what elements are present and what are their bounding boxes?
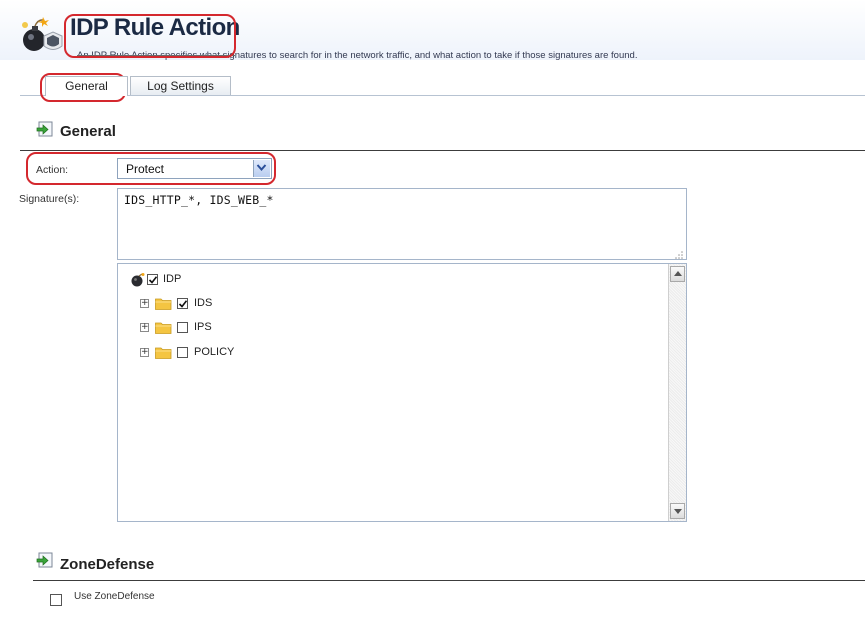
tree-label-idp: IDP [163, 273, 182, 285]
tree-label-ids: IDS [194, 297, 213, 309]
folder-icon [155, 321, 172, 334]
tab-log-settings[interactable]: Log Settings [130, 76, 231, 96]
tab-general[interactable]: General [45, 76, 128, 96]
tab-divider [20, 95, 865, 96]
resize-grip-icon[interactable] [673, 246, 683, 259]
signature-tree[interactable]: IDP + IDS + IPS + POLICY [117, 263, 687, 522]
tree-checkbox-policy[interactable] [177, 347, 188, 358]
expand-icon[interactable]: + [140, 299, 149, 308]
section-divider [20, 150, 865, 151]
section-title-zonedefense: ZoneDefense [60, 556, 155, 573]
title-highlight [64, 14, 236, 58]
signatures-value: IDS_HTTP_*, IDS_WEB_* [124, 193, 274, 207]
tree-checkbox-ips[interactable] [177, 322, 188, 333]
arrow-up-icon [674, 271, 682, 276]
idp-bomb-icon [130, 273, 147, 287]
expand-icon[interactable]: + [140, 348, 149, 357]
tree-scrollbar[interactable] [668, 264, 686, 521]
folder-icon [155, 346, 172, 359]
tree-checkbox-idp[interactable] [147, 274, 158, 285]
signatures-label: Signature(s): [19, 193, 80, 205]
idp-bomb-icon [20, 16, 66, 54]
action-highlight [26, 152, 276, 185]
signatures-textarea[interactable]: IDS_HTTP_*, IDS_WEB_* [117, 188, 687, 260]
scroll-down-button[interactable] [670, 503, 685, 519]
tree-label-ips: IPS [194, 321, 212, 333]
section-divider [33, 580, 865, 581]
tree-checkbox-ids[interactable] [177, 298, 188, 309]
use-zonedefense-label: Use ZoneDefense [74, 591, 155, 602]
section-arrow-icon [36, 552, 54, 568]
folder-icon [155, 297, 172, 310]
tree-label-policy: POLICY [194, 346, 235, 358]
section-arrow-icon [36, 121, 54, 137]
section-title-general: General [60, 123, 116, 140]
scroll-up-button[interactable] [670, 266, 685, 282]
expand-icon[interactable]: + [140, 323, 149, 332]
use-zonedefense-checkbox[interactable] [50, 594, 62, 606]
arrow-down-icon [674, 509, 682, 514]
